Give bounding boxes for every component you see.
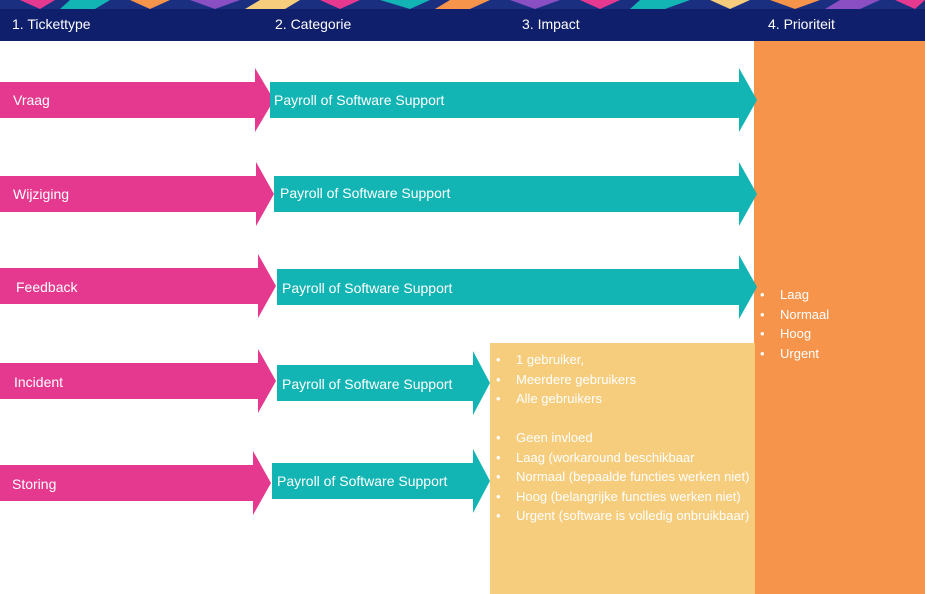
tickettype-label-wijziging: Wijziging (13, 186, 70, 202)
impact-box: 1 gebruiker, Meerdere gebruikers Alle ge… (490, 343, 755, 594)
category-label-incident: Payroll of Software Support (282, 376, 453, 392)
impact-level-item: Hoog (belangrijke functies werken niet) (496, 487, 752, 507)
impact-level-list: Geen invloed Laag (workaround beschikbaa… (490, 428, 752, 526)
impact-scope-item: Meerdere gebruikers (496, 370, 752, 390)
impact-level-item: Normaal (bepaalde functies werken niet) (496, 467, 752, 487)
category-label-wijziging: Payroll of Software Support (280, 185, 451, 201)
tickettype-label-feedback: Feedback (16, 279, 78, 295)
priority-item: Hoog (760, 324, 829, 344)
priority-box: Laag Normaal Hoog Urgent (754, 41, 925, 594)
decorative-strip (0, 0, 925, 9)
impact-scope-item: 1 gebruiker, (496, 350, 752, 370)
header-prioriteit: 4. Prioriteit (768, 16, 835, 32)
impact-level-item: Urgent (software is volledig onbruikbaar… (496, 506, 752, 526)
priority-item: Urgent (760, 344, 829, 364)
priority-item: Normaal (760, 305, 829, 325)
impact-level-item: Laag (workaround beschikbaar (496, 448, 752, 468)
tickettype-label-storing: Storing (12, 476, 57, 492)
impact-scope-list: 1 gebruiker, Meerdere gebruikers Alle ge… (490, 350, 752, 409)
header-tickettype: 1. Tickettype (12, 16, 91, 32)
tickettype-label-incident: Incident (14, 374, 64, 390)
header-bar: 1. Tickettype 2. Categorie 3. Impact 4. … (0, 0, 925, 41)
impact-level-item: Geen invloed (496, 428, 752, 448)
impact-scope-item: Alle gebruikers (496, 389, 752, 409)
category-label-vraag: Payroll of Software Support (274, 92, 445, 108)
priority-list: Laag Normaal Hoog Urgent (754, 285, 829, 363)
priority-item: Laag (760, 285, 829, 305)
category-label-storing: Payroll of Software Support (277, 473, 448, 489)
header-impact: 3. Impact (522, 16, 580, 32)
header-categorie: 2. Categorie (275, 16, 352, 32)
tickettype-label-vraag: Vraag (13, 92, 50, 108)
category-label-feedback: Payroll of Software Support (282, 280, 453, 296)
